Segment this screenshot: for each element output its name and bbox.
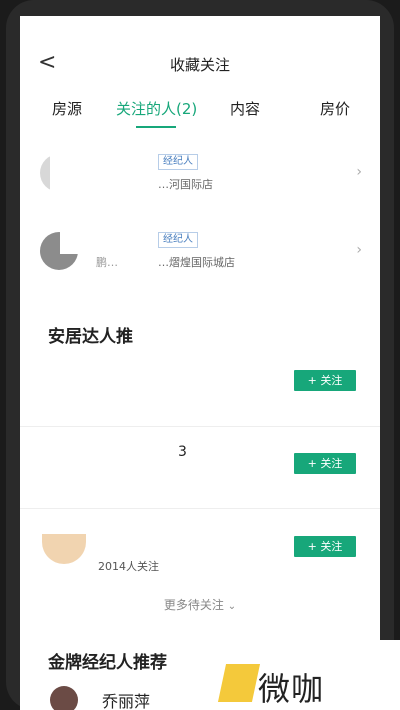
avatar [42,534,86,564]
tab-listings[interactable]: 房源 [52,98,82,119]
agent-tag: 经纪人 [158,232,198,248]
followed-agent-row[interactable]: 经纪人 鹏… …熠煌国际城店 › [20,224,380,276]
talent-section-title: 安居达人推 [48,327,133,347]
chevron-right-icon: › [356,164,362,180]
tab-content[interactable]: 内容 [230,98,260,119]
gold-agent-name-partial: 乔丽萍 [102,692,151,710]
chevron-down-icon: ⌄ [227,601,237,612]
tab-bar: 房源 关注的人(2) 内容 房价 [20,98,380,128]
followers-count: 2014人关注 [98,560,159,573]
follow-button[interactable]: + 关注 [294,370,356,391]
tab-price[interactable]: 房价 [320,98,350,119]
divider [20,426,380,427]
gold-agent-section-title: 金牌经纪人推荐 [48,653,167,673]
redacted-area [66,436,196,528]
header: < 收藏关注 [20,46,380,82]
agent-store: …熠煌国际城店 [158,256,235,269]
follow-button[interactable]: + 关注 [294,453,356,474]
agent-tag: 经纪人 [158,154,198,170]
app-screen: < 收藏关注 房源 关注的人(2) 内容 房价 经纪人 …河国际店 › 经纪人 … [20,16,380,710]
follow-button[interactable]: + 关注 [294,536,356,557]
chevron-right-icon: › [356,242,362,258]
agent-name-partial: 鹏… [96,256,118,269]
agent-store: …河国际店 [158,178,213,191]
tab-followed-people[interactable]: 关注的人(2) [116,98,197,119]
page-title: 收藏关注 [169,56,230,74]
followed-agent-row[interactable]: 经纪人 …河国际店 › [20,146,380,198]
watermark-text: 微咖 [258,670,325,708]
more-label: 更多待关注 [163,598,224,612]
talent-name-partial: 3 [178,444,187,460]
active-tab-indicator [136,126,176,128]
redacted-area [60,224,160,254]
redacted-area [50,146,160,198]
divider [20,508,380,509]
avatar [50,686,78,710]
more-to-follow-link[interactable]: 更多待关注 ⌄ [20,596,380,613]
